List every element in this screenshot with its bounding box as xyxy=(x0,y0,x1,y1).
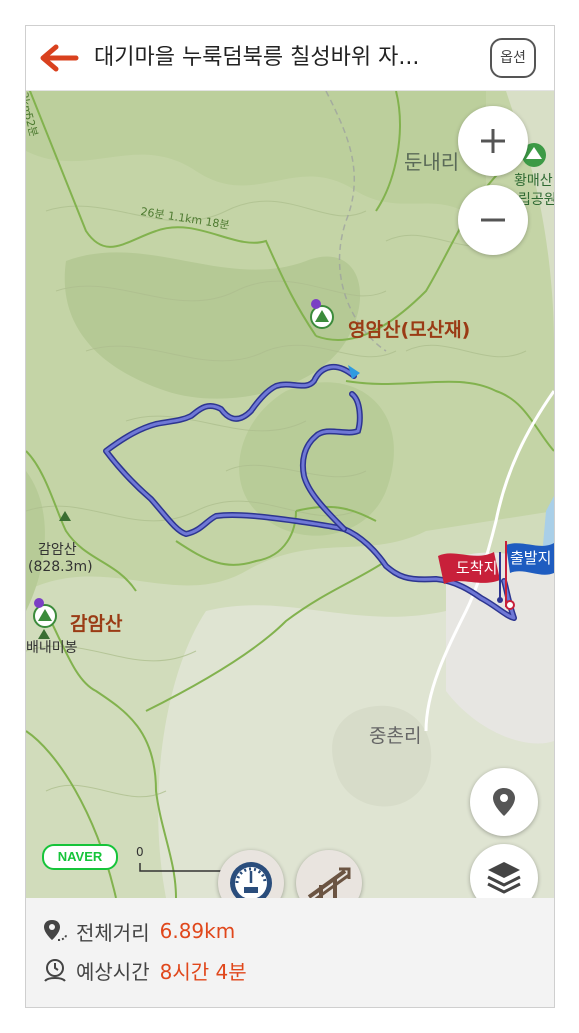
page-title: 대기마을 누룩덤북릉 칠성바위 자... xyxy=(94,45,420,70)
route-distance-icon xyxy=(44,920,67,941)
map-view[interactable]: 둔내리 황매산 립공원 영암산(모산재) 감암산 (828.3m) 감암산 배내… xyxy=(26,91,554,898)
distance-label: 전체거리 xyxy=(76,920,150,945)
route-summary-panel: 전체거리 6.89km 예상시간 8시간 4분 xyxy=(26,898,554,1007)
minus-icon xyxy=(481,218,505,222)
time-label: 예상시간 xyxy=(76,959,150,984)
place-label-dunnae: 둔내리 xyxy=(404,150,460,174)
peak-height-label: (828.3m) xyxy=(28,559,93,575)
options-button[interactable]: 옵션 xyxy=(490,38,536,78)
start-flag-label: 출발지 xyxy=(510,549,552,567)
location-pin-icon xyxy=(493,788,515,816)
back-button[interactable] xyxy=(36,40,80,76)
peak-label-gamam-small: 감암산 xyxy=(38,542,77,558)
back-arrow-icon xyxy=(40,44,79,72)
distance-row: 전체거리 6.89km xyxy=(42,916,235,946)
app-frame: 대기마을 누룩덤북릉 칠성바위 자... 옵션 둔내리 황매산 립공원 영암산(… xyxy=(25,25,555,1008)
time-row: 예상시간 8시간 4분 xyxy=(42,955,247,985)
plus-icon xyxy=(481,129,505,153)
time-value: 8시간 4분 xyxy=(159,959,247,984)
peak-label-yeongam: 영암산(모산재) xyxy=(348,319,471,341)
zoom-in-button[interactable] xyxy=(458,106,528,176)
arrival-flag-label: 도착지 xyxy=(456,559,498,577)
peak-label-gamam: 감암산 xyxy=(70,613,123,635)
arrival-flag[interactable]: 도착지 xyxy=(434,544,510,604)
naver-logo: NAVER xyxy=(42,844,118,870)
slope-icon xyxy=(307,867,351,898)
distance-value: 6.89km xyxy=(159,919,236,943)
scale-bar-zero: 0 xyxy=(136,845,144,859)
peak-label-baenaemibong: 배내미봉 xyxy=(26,640,78,656)
current-location-button[interactable] xyxy=(470,768,538,836)
zoom-out-button[interactable] xyxy=(458,185,528,255)
speedometer-icon xyxy=(230,862,272,898)
header-bar: 대기마을 누룩덤북릉 칠성바위 자... 옵션 xyxy=(26,26,554,91)
layers-icon xyxy=(487,862,521,894)
place-label-jungchon: 중촌리 xyxy=(369,725,422,747)
place-label-hwangmae: 황매산 xyxy=(514,173,553,189)
start-flag[interactable]: 출발지 xyxy=(500,537,554,611)
clock-person-icon xyxy=(44,959,66,982)
